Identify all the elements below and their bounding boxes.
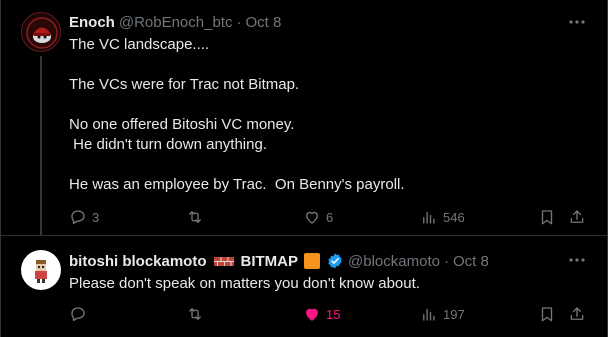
like-button[interactable]: 15 xyxy=(303,305,340,323)
reply-icon xyxy=(71,210,85,225)
brick-icon xyxy=(213,254,235,268)
avatar-image xyxy=(26,17,58,49)
avatar[interactable] xyxy=(21,12,61,52)
more-icon[interactable] xyxy=(567,250,587,270)
thread-line xyxy=(40,56,42,236)
like-count: 6 xyxy=(326,209,334,225)
share-icon xyxy=(570,307,584,320)
verified-icon[interactable] xyxy=(326,252,344,270)
retweet-button[interactable] xyxy=(186,305,209,323)
bookmark-icon xyxy=(541,210,553,225)
like-icon xyxy=(306,211,318,224)
reply-button[interactable]: 3 xyxy=(69,208,99,226)
tweet-header: Enoch @RobEnoch_btc · Oct 8 xyxy=(69,12,593,32)
retweet-button[interactable] xyxy=(186,208,209,226)
user-handle[interactable]: @blockamoto xyxy=(348,253,440,270)
reply-icon xyxy=(71,307,85,322)
views-icon xyxy=(423,308,435,321)
like-button[interactable]: 6 xyxy=(303,208,333,226)
timestamp[interactable]: Oct 8 xyxy=(245,14,281,31)
tweet-content: Enoch @RobEnoch_btc · Oct 8 The VC lands… xyxy=(69,12,593,195)
action-bar: 15 197 xyxy=(69,304,593,324)
display-name-suffix[interactable]: BITMAP xyxy=(241,253,299,270)
timeline: Enoch @RobEnoch_btc · Oct 8 The VC lands… xyxy=(0,0,608,337)
tweet-content: bitoshi blockamoto BITMAP @blockamoto · … xyxy=(69,251,593,294)
tweet-text: The VC landscape.... The VCs were for Tr… xyxy=(69,36,405,193)
retweet-icon xyxy=(189,308,201,320)
views-count: 197 xyxy=(443,306,465,322)
tweet-header: bitoshi blockamoto BITMAP @blockamoto · … xyxy=(69,251,593,271)
display-name[interactable]: bitoshi blockamoto xyxy=(69,253,207,270)
bookmark-button[interactable] xyxy=(538,305,556,323)
tweet-text: Please don't speak on matters you don't … xyxy=(69,275,420,292)
tweet-blockamoto[interactable]: bitoshi blockamoto BITMAP @blockamoto · … xyxy=(1,236,608,337)
avatar-image xyxy=(35,260,47,283)
share-icon xyxy=(570,210,584,223)
more-icon[interactable] xyxy=(567,12,587,32)
views-count: 546 xyxy=(443,209,465,225)
user-handle[interactable]: @RobEnoch_btc xyxy=(119,14,233,31)
bookmark-button[interactable] xyxy=(538,208,556,226)
timestamp[interactable]: Oct 8 xyxy=(453,253,489,270)
bitmap-badge xyxy=(304,253,321,269)
share-button[interactable] xyxy=(568,208,586,226)
share-button[interactable] xyxy=(568,305,586,323)
avatar[interactable] xyxy=(21,250,61,290)
reply-button[interactable] xyxy=(69,305,92,323)
like-count: 15 xyxy=(326,306,341,322)
like-icon xyxy=(306,308,318,321)
retweet-icon xyxy=(189,211,201,223)
reply-count: 3 xyxy=(92,209,100,225)
display-name[interactable]: Enoch xyxy=(69,14,115,31)
views-icon xyxy=(423,211,435,224)
action-bar: 3 6 546 xyxy=(69,207,593,227)
separator: · xyxy=(236,13,242,31)
bookmark-icon xyxy=(541,307,553,322)
separator: · xyxy=(443,252,449,270)
views-button[interactable]: 197 xyxy=(420,305,465,323)
tweet-enoch[interactable]: Enoch @RobEnoch_btc · Oct 8 The VC lands… xyxy=(1,0,608,236)
views-button[interactable]: 546 xyxy=(420,208,465,226)
